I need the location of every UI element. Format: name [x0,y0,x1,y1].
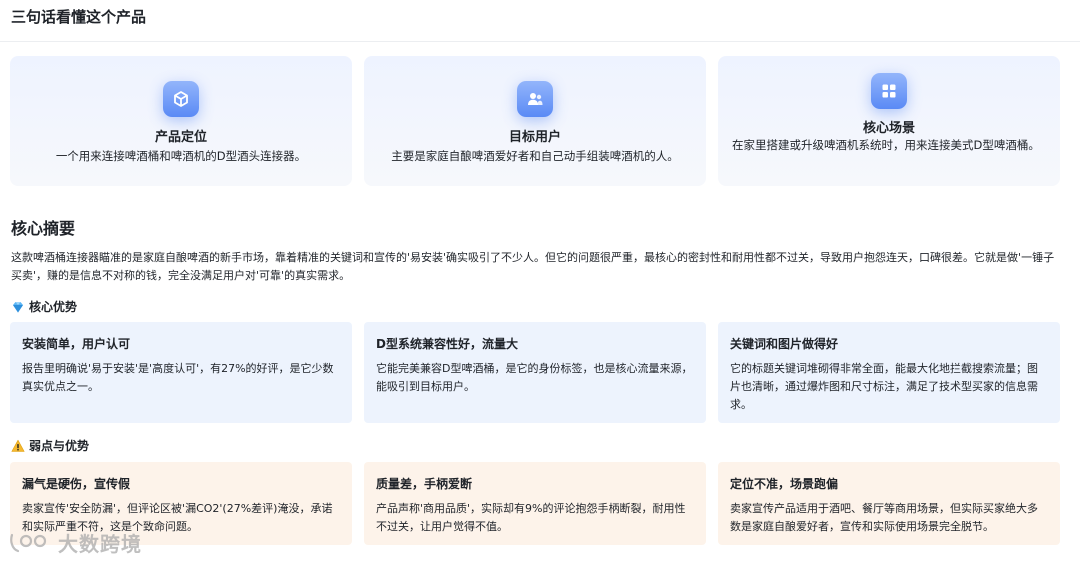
overview-card-scenario: 核心场景 在家里搭建或升级啤酒机系统时，用来连接美式D型啤酒桶。 [718,56,1060,186]
weakness-card-text: 产品声称'商用品质'，实际却有9%的评论抱怨手柄断裂，耐用性不过关，让用户觉得不… [376,502,686,533]
watermark: 大数跨境 [8,528,142,557]
users-icon [517,81,553,117]
overview-card-positioning: 产品定位 一个用来连接啤酒桶和啤酒机的D型酒头连接器。 [10,56,352,186]
strength-card-text: 报告里明确说'易于安装'是'高度认可'，有27%的好评，是它少数真实优点之一。 [22,362,334,393]
summary-title: 核心摘要 [11,219,76,238]
strengths-title: 核心优势 [11,298,77,315]
strength-card: 安装简单，用户认可 报告里明确说'易于安装'是'高度认可'，有27%的好评，是它… [10,322,352,423]
strength-card-title: D型系统兼容性好，流量大 [376,337,518,351]
weaknesses-row: 漏气是硬伤，宣传假 卖家宣传'安全防漏'，但评论区被'漏CO2'(27%差评)淹… [10,462,1060,545]
weakness-card-title: 漏气是硬伤，宣传假 [22,477,131,491]
warning-icon [11,439,25,453]
strength-card: D型系统兼容性好，流量大 它能完美兼容D型啤酒桶，是它的身份标签，也是核心流量来… [364,322,706,423]
summary-text: 这款啤酒桶连接器瞄准的是家庭自酿啤酒的新手市场，靠着精准的关键词和宣传的'易安装… [11,251,1055,282]
watermark-logo-icon [10,533,47,552]
weakness-card: 定位不准，场景跑偏 卖家宣传产品适用于酒吧、餐厅等商用场景，但实际买家绝大多数是… [718,462,1060,545]
strengths-title-text: 核心优势 [29,300,78,314]
weakness-card-title: 定位不准，场景跑偏 [730,477,839,491]
cube-icon [163,81,199,117]
overview-card-users: 目标用户 主要是家庭自酿啤酒爱好者和自己动手组装啤酒机的人。 [364,56,706,186]
gem-icon [11,300,25,314]
header-divider [0,41,1080,42]
weaknesses-title-text: 弱点与优势 [29,439,90,453]
overview-card-text: 一个用来连接啤酒桶和啤酒机的D型酒头连接器。 [55,149,307,163]
overview-card-title: 目标用户 [508,130,561,145]
overview-card-text: 主要是家庭自酿啤酒爱好者和自己动手组装啤酒机的人。 [391,149,679,163]
strengths-row: 安装简单，用户认可 报告里明确说'易于安装'是'高度认可'，有27%的好评，是它… [10,322,1060,423]
overview-card-title: 核心场景 [862,121,915,136]
strength-card-text: 它能完美兼容D型啤酒桶，是它的身份标签，也是核心流量来源，能吸引到目标用户。 [376,362,693,393]
overview-card-title: 产品定位 [154,130,207,145]
grid-icon [871,73,907,109]
weakness-card-text: 卖家宣传产品适用于酒吧、餐厅等商用场景，但实际买家绝大多数是家庭自酿爱好者，宣传… [730,502,1038,533]
strength-card: 关键词和图片做得好 它的标题关键词堆砌得非常全面，能最大化地拦截搜索流量；图片也… [718,322,1060,423]
weakness-card-title: 质量差，手柄爱断 [376,477,473,491]
strength-card-title: 关键词和图片做得好 [730,337,839,351]
strength-card-title: 安装简单，用户认可 [22,337,131,351]
strength-card-text: 它的标题关键词堆砌得非常全面，能最大化地拦截搜索流量；图片也清晰，通过爆炸图和尺… [730,362,1038,411]
overview-card-text: 在家里搭建或升级啤酒机系统时，用来连接美式D型啤酒桶。 [732,138,1040,152]
watermark-text: 大数跨境 [58,532,142,556]
page-title: 三句话看懂这个产品 [11,8,147,26]
weaknesses-title: 弱点与优势 [11,437,89,454]
overview-section: 产品定位 一个用来连接啤酒桶和啤酒机的D型酒头连接器。 目标用户 主要是家庭自酿… [10,56,1060,186]
weakness-card: 质量差，手柄爱断 产品声称'商用品质'，实际却有9%的评论抱怨手柄断裂，耐用性不… [364,462,706,545]
